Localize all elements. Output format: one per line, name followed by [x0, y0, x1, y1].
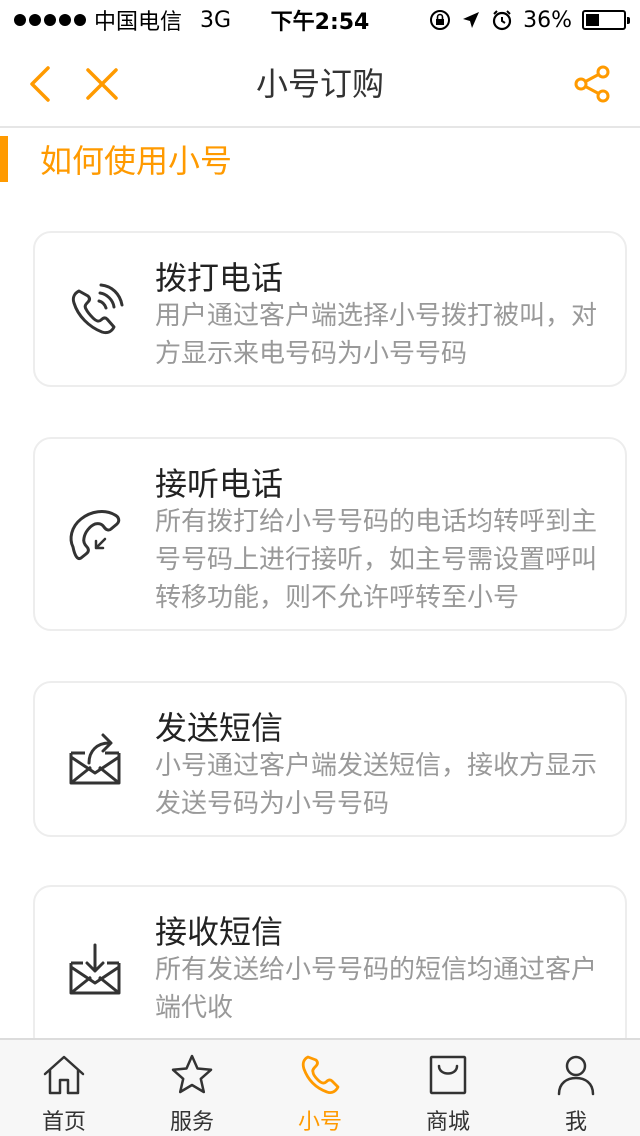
card-description: 所有发送给小号号码的短信均通过客户端代收: [155, 955, 598, 1023]
chevron-left-icon: [30, 66, 50, 102]
tab-label: 服务: [169, 1110, 214, 1135]
back-button[interactable]: [18, 60, 66, 108]
home-icon: [43, 1055, 85, 1095]
phone-call-icon: [71, 283, 124, 335]
section-title: 如何使用小号: [40, 142, 233, 180]
share-button[interactable]: [568, 60, 616, 108]
card-description: 所有拨打给小号号码的电话均转呼到主号号码上进行接听，如主号需设置呼叫转移功能，则…: [155, 507, 598, 613]
card-title: 拨打电话: [155, 259, 284, 297]
carrier-label: 中国电信: [94, 10, 183, 35]
tab-mall[interactable]: 商城: [384, 1040, 512, 1136]
mail-receive-icon: [69, 943, 121, 995]
phone-icon: [301, 1055, 340, 1095]
signal-strength-icon: [14, 14, 86, 26]
feature-card-answer-call: 接听电话 所有拨打给小号号码的电话均转呼到主号号码上进行接听，如主号需设置呼叫转…: [33, 437, 627, 631]
close-button[interactable]: [78, 60, 126, 108]
network-label: 3G: [200, 7, 232, 33]
user-icon: [557, 1055, 595, 1096]
star-icon: [171, 1054, 213, 1094]
close-icon: [86, 68, 118, 100]
battery-percent: 36%: [523, 7, 572, 33]
shopping-bag-icon: [429, 1055, 467, 1095]
mail-send-icon: [69, 733, 121, 785]
tab-label: 商城: [425, 1110, 470, 1135]
tab-me[interactable]: 我: [512, 1040, 640, 1136]
feature-card-send-sms: 发送短信 小号通过客户端发送短信，接收方显示发送号码为小号号码: [33, 681, 627, 837]
status-bar: 中国电信 3G 下午2:54 36%: [0, 0, 640, 40]
battery-icon: [582, 10, 630, 30]
tab-label: 我: [564, 1110, 587, 1135]
tab-home[interactable]: 首页: [0, 1040, 128, 1136]
tab-label: 首页: [41, 1110, 86, 1135]
feature-card-receive-sms: 接收短信 所有发送给小号号码的短信均通过客户端代收: [33, 885, 627, 1055]
rotation-lock-icon: [430, 10, 451, 30]
location-icon: [463, 12, 480, 28]
card-description: 用户通过客户端选择小号拨打被叫，对方显示来电号码为小号号码: [155, 301, 598, 369]
alarm-icon: [492, 10, 512, 31]
feature-card-make-call: 拨打电话 用户通过客户端选择小号拨打被叫，对方显示来电号码为小号号码: [33, 231, 627, 387]
share-icon: [574, 65, 610, 103]
tab-services[interactable]: 服务: [128, 1040, 256, 1136]
card-title: 接收短信: [155, 913, 284, 951]
navigation-bar: 小号订购: [0, 40, 640, 128]
section-accent-bar: [0, 136, 8, 182]
card-description: 小号通过客户端发送短信，接收方显示发送号码为小号号码: [155, 751, 598, 819]
tab-bar: 首页 服务 小号 商城 我: [0, 1038, 640, 1136]
tab-secondary-number[interactable]: 小号: [256, 1040, 384, 1136]
card-title: 发送短信: [155, 709, 284, 747]
phone-incoming-icon: [69, 510, 121, 561]
card-title: 接听电话: [155, 465, 284, 503]
clock: 下午2:54: [270, 10, 370, 35]
tab-label: 小号: [297, 1110, 342, 1135]
section-heading: 如何使用小号: [0, 136, 232, 182]
